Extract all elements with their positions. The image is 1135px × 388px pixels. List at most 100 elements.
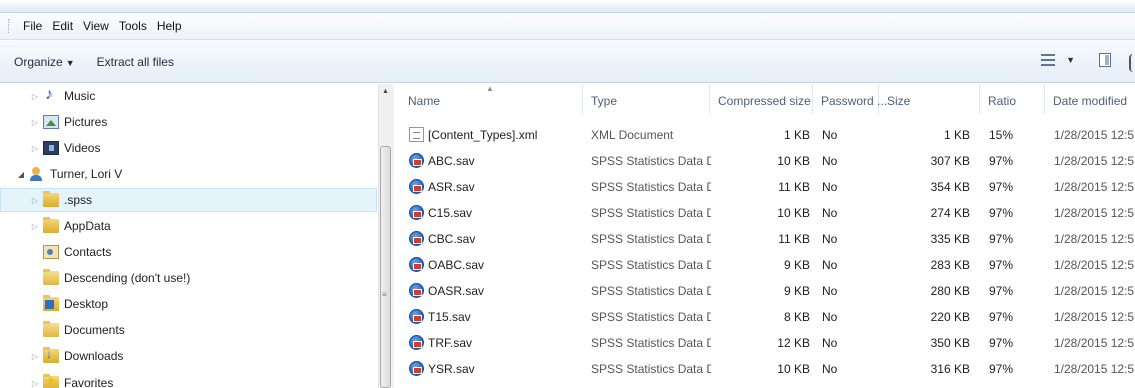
file-date-modified: 1/28/2015 12:57 PM <box>1054 154 1135 168</box>
column-password[interactable]: Password ... <box>813 84 887 114</box>
nav-item-label: Descending (don't use!) <box>64 271 191 285</box>
file-password: No <box>822 258 838 272</box>
menu-edit[interactable]: Edit <box>47 19 78 33</box>
file-size: 354 KB <box>930 180 970 194</box>
file-password: No <box>822 362 838 376</box>
help-icon[interactable] <box>1129 54 1135 72</box>
menu-file[interactable]: File <box>18 19 47 33</box>
file-compressed-size: 8 KB <box>783 310 810 324</box>
file-ratio: 97% <box>989 310 1014 324</box>
collapse-icon[interactable]: ◢ <box>16 170 26 179</box>
spss-file-icon <box>409 205 424 220</box>
scrollbar-thumb[interactable] <box>380 146 391 388</box>
chevron-down-icon: ▼ <box>65 57 75 68</box>
file-date-modified: 1/28/2015 12:57 PM <box>1054 232 1135 246</box>
menu-tools[interactable]: Tools <box>114 19 152 33</box>
file-row[interactable]: OASR.sav SPSS Statistics Data Docu... 9 KB… <box>394 278 1135 304</box>
file-date-modified: 1/28/2015 12:57 PM <box>1054 310 1135 324</box>
file-compressed-size: 12 KB <box>777 336 810 350</box>
file-row[interactable]: YSR.sav SPSS Statistics Data Docu... 10 KB… <box>394 356 1135 382</box>
file-row[interactable]: CBC.sav SPSS Statistics Data Docu... 11 KB… <box>394 226 1135 252</box>
column-date-modified[interactable]: Date modified <box>1045 84 1135 114</box>
file-compressed-size: 10 KB <box>777 362 810 376</box>
nav-item-contacts[interactable]: Contacts <box>0 240 377 264</box>
column-ratio[interactable]: Ratio <box>980 84 1045 114</box>
expand-icon[interactable]: ▷ <box>30 118 40 127</box>
expand-icon[interactable]: ▷ <box>30 92 40 101</box>
desktop-icon <box>43 295 59 311</box>
window-top-strip <box>0 0 1135 13</box>
nav-item-music[interactable]: ▷ ♪ Music <box>0 84 377 108</box>
file-ratio: 15% <box>989 128 1014 142</box>
file-row[interactable]: ASR.sav SPSS Statistics Data Docu... 11 KB… <box>394 174 1135 200</box>
navigation-scrollbar[interactable]: ▲ ≡ <box>378 84 392 388</box>
file-name: [Content_Types].xml <box>428 128 538 142</box>
file-type: SPSS Statistics Data Docu... <box>591 362 711 376</box>
scroll-up-icon[interactable]: ▲ <box>382 88 389 95</box>
column-type[interactable]: Type <box>583 84 710 114</box>
file-size: 280 KB <box>930 284 970 298</box>
menu-bar: File Edit View Tools Help <box>0 13 1135 40</box>
file-name: YSR.sav <box>428 362 475 376</box>
nav-item-label: .spss <box>64 193 93 207</box>
menu-help[interactable]: Help <box>152 19 187 33</box>
folder-icon <box>43 321 59 337</box>
spss-file-icon <box>409 335 424 350</box>
expand-icon[interactable]: ▷ <box>30 144 40 153</box>
file-name: ABC.sav <box>428 154 475 168</box>
nav-item-documents[interactable]: Documents <box>0 318 377 342</box>
column-name-label: Name <box>408 94 441 108</box>
organize-button[interactable]: Organize ▼ <box>14 55 75 69</box>
nav-item-downloads[interactable]: ▷ Downloads <box>0 344 377 368</box>
folder-icon <box>43 269 59 285</box>
file-compressed-size: 11 KB <box>778 232 810 246</box>
file-date-modified: 1/28/2015 12:57 PM <box>1054 206 1135 220</box>
nav-item-pictures[interactable]: ▷ Pictures <box>0 110 377 134</box>
preview-pane-icon[interactable] <box>1099 53 1111 67</box>
spss-file-icon <box>409 257 424 272</box>
file-row[interactable]: OABC.sav SPSS Statistics Data Docu... 9 KB… <box>394 252 1135 278</box>
nav-item-user-folder[interactable]: ◢ Turner, Lori V <box>0 162 377 186</box>
contacts-icon <box>43 245 59 259</box>
file-type: SPSS Statistics Data Docu... <box>591 284 711 298</box>
menu-view[interactable]: View <box>78 19 114 33</box>
file-row[interactable]: [Content_Types].xml XML Document 1 KB No 1 K… <box>394 122 1135 148</box>
file-row[interactable]: ABC.sav SPSS Statistics Data Docu... 10 KB… <box>394 148 1135 174</box>
file-row[interactable]: TRF.sav SPSS Statistics Data Docu... 12 KB… <box>394 330 1135 356</box>
expand-icon[interactable]: ▷ <box>30 196 40 205</box>
column-compressed-size[interactable]: Compressed size <box>710 84 813 114</box>
column-size[interactable]: Size <box>879 84 980 114</box>
nav-item-label: Documents <box>64 323 125 337</box>
chevron-down-icon[interactable]: ▼ <box>1066 55 1075 65</box>
file-name: C15.sav <box>428 206 473 220</box>
user-folder-icon <box>29 167 45 181</box>
nav-item-videos[interactable]: ▷ Videos <box>0 136 377 160</box>
file-row[interactable]: C15.sav SPSS Statistics Data Docu... 10 KB… <box>394 200 1135 226</box>
nav-item-spss[interactable]: ▷ .spss <box>0 188 377 212</box>
file-ratio: 97% <box>989 232 1014 246</box>
expand-icon[interactable]: ▷ <box>30 222 40 231</box>
file-ratio: 97% <box>989 258 1014 272</box>
nav-item-favorites[interactable]: ▷ Favorites <box>0 371 377 388</box>
nav-item-label: Favorites <box>64 376 114 388</box>
file-name: T15.sav <box>428 310 471 324</box>
file-type: XML Document <box>591 128 674 142</box>
nav-item-desktop[interactable]: Desktop <box>0 292 377 316</box>
nav-item-label: Music <box>64 89 96 103</box>
file-password: No <box>822 336 838 350</box>
spss-file-icon <box>409 231 424 246</box>
scroll-grip-icon: ≡ <box>382 290 387 299</box>
change-view-icon[interactable] <box>1041 53 1056 67</box>
nav-item-descending[interactable]: Descending (don't use!) <box>0 266 377 290</box>
file-row[interactable]: T15.sav SPSS Statistics Data Docu... 8 KB N… <box>394 304 1135 330</box>
file-size: 307 KB <box>930 154 970 168</box>
nav-item-appdata[interactable]: ▷ AppData <box>0 214 377 238</box>
expand-icon[interactable]: ▷ <box>30 379 40 388</box>
file-size: 274 KB <box>930 206 970 220</box>
file-type: SPSS Statistics Data Docu... <box>591 310 711 324</box>
favorites-icon <box>43 374 59 388</box>
extract-all-button[interactable]: Extract all files <box>97 55 174 69</box>
expand-icon[interactable]: ▷ <box>30 352 40 361</box>
file-date-modified: 1/28/2015 12:57 PM <box>1054 284 1135 298</box>
file-compressed-size: 9 KB <box>783 284 810 298</box>
